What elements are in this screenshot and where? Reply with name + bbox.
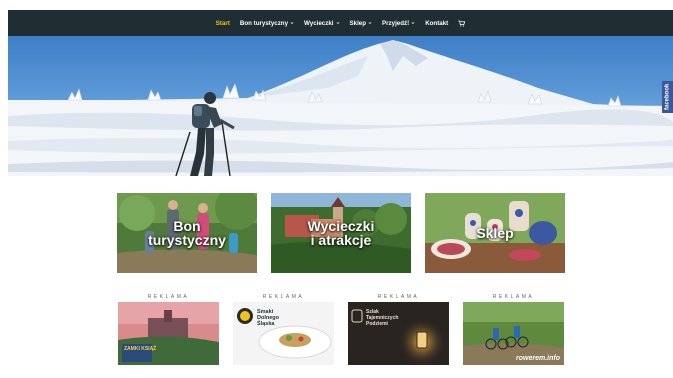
ad-title: Szlak Tajemniczych Podziemi (366, 309, 399, 327)
nav-item-wycieczki[interactable]: Wycieczki (304, 20, 339, 27)
ad-smaki-dolnego-slaska[interactable]: Smaki Dolnego Śląska (233, 302, 334, 365)
nav-item-kontakt[interactable]: Kontakt (425, 20, 448, 27)
ad-title: ZAMKI KSIĄŻ (124, 346, 157, 352)
nav-item-przyjedz[interactable]: Przyjedź! (382, 20, 415, 27)
ad-label: REKLAMA (492, 294, 535, 300)
tile-label: Wycieczki i atrakcje (307, 218, 375, 248)
nav-label: Start (215, 19, 230, 27)
ad-title: rowerem.info (516, 355, 560, 362)
chevron-down-icon (368, 22, 372, 25)
ad-title: Smaki Dolnego Śląska (257, 309, 279, 327)
hero-image-mountain-hiker (8, 40, 673, 176)
nav-label: Wycieczki (304, 19, 334, 27)
ad-label: REKLAMA (377, 294, 420, 300)
ad-rowerem-info[interactable]: rowerem.info (463, 302, 564, 365)
main-nav: Start Bon turystyczny Wycieczki Sklep Pr… (8, 10, 673, 36)
chevron-down-icon (336, 22, 339, 25)
ad-zamki-ksiaz[interactable]: ZAMKI KSIĄŻ (118, 302, 219, 365)
ad-label: REKLAMA (262, 294, 305, 300)
page: Start Bon turystyczny Wycieczki Sklep Pr… (0, 0, 673, 378)
ad-label: REKLAMA (147, 294, 190, 300)
chevron-down-icon (411, 22, 415, 25)
facebook-tab[interactable]: facebook (662, 81, 673, 113)
nav-item-sklep[interactable]: Sklep (350, 20, 373, 27)
tile-bon-turystyczny[interactable]: Bon turystyczny (117, 193, 257, 273)
ad-szlak-tajemniczych-podziemi[interactable]: Szlak Tajemniczych Podziemi (348, 302, 449, 365)
ad-image-castle-sunset (118, 302, 219, 365)
cart-button[interactable] (458, 19, 466, 27)
tile-wycieczki-i-atrakcje[interactable]: Wycieczki i atrakcje (271, 193, 411, 273)
nav-label: Sklep (349, 19, 367, 27)
nav-label: Kontakt (425, 19, 449, 27)
ad-image-plated-food (233, 302, 334, 365)
tile-label: Sklep (476, 225, 514, 241)
nav-label: Przyjedź! (382, 19, 410, 27)
nav-item-bon-turystyczny[interactable]: Bon turystyczny (240, 20, 294, 27)
ad-image-lantern (348, 302, 449, 365)
tile-label: Bon turystyczny (148, 218, 226, 248)
nav-label: Bon turystyczny (239, 19, 289, 27)
tile-sklep[interactable]: Sklep (425, 193, 565, 273)
hero-banner: facebook (8, 36, 673, 176)
nav-item-start[interactable]: Start (216, 20, 230, 27)
chevron-down-icon (290, 22, 294, 25)
cart-icon (458, 19, 466, 27)
